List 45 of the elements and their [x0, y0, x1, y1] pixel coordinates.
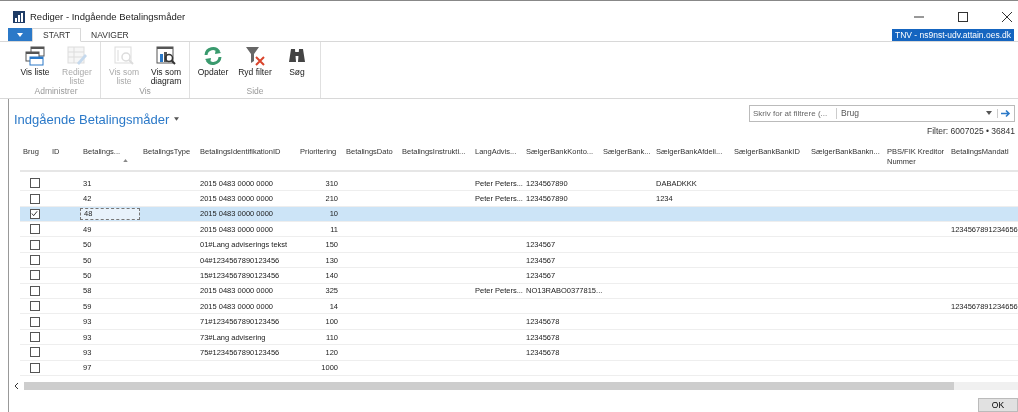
app-icon — [13, 10, 25, 23]
dropdown-icon[interactable] — [986, 111, 992, 116]
checkbox[interactable] — [29, 332, 40, 342]
ribbon-tab[interactable]: NAVIGER — [81, 28, 139, 41]
filter-summary: Filter: 6007025 • 36841 — [926, 125, 1015, 136]
checkbox[interactable] — [29, 362, 40, 373]
ribbon-button[interactable]: Opdater — [193, 45, 233, 86]
group-label: Administrer — [34, 85, 78, 98]
checkbox[interactable] — [29, 239, 40, 250]
checkbox[interactable] — [29, 255, 40, 266]
maximize-icon[interactable] — [958, 11, 968, 22]
chart-search-icon — [156, 45, 176, 66]
ribbon-button[interactable]: Søg — [277, 45, 317, 86]
caret-icon — [174, 117, 180, 122]
scrollbar-thumb[interactable] — [24, 382, 954, 390]
checkbox[interactable] — [29, 347, 40, 358]
server-label: TNV - ns9nst-udv.attain.oes.dk — [891, 28, 1014, 41]
checkbox[interactable] — [29, 316, 40, 327]
ribbon-button[interactable]: Vis liste — [15, 45, 55, 86]
windows-icon — [25, 45, 45, 66]
checkbox[interactable] — [29, 178, 40, 189]
list-search-icon — [114, 45, 134, 66]
checkbox[interactable] — [29, 301, 40, 312]
group-label: Side — [246, 85, 264, 98]
checkbox[interactable] — [29, 270, 40, 281]
page-title[interactable]: Indgående Betalingsmåder — [14, 111, 180, 127]
app-menu-button[interactable] — [8, 28, 32, 41]
caret-icon — [17, 32, 23, 37]
ok-button[interactable]: OK — [978, 398, 1018, 412]
window-title: Rediger - Indgående Betalingsmåder — [30, 11, 186, 23]
checkbox[interactable] — [29, 193, 40, 204]
group-label: Vis — [139, 85, 151, 98]
refresh-icon — [203, 45, 223, 66]
checkbox[interactable] — [29, 208, 40, 219]
ribbon-tab[interactable]: START — [32, 28, 82, 42]
filter-field[interactable]: Skriv for at filtrere (... — [750, 107, 837, 119]
edit-table-icon — [67, 45, 87, 66]
filter-column-field[interactable]: Brug — [837, 108, 986, 119]
ribbon-button[interactable]: Ryd filter — [235, 45, 275, 86]
checkbox[interactable] — [29, 224, 40, 235]
close-icon[interactable] — [1002, 11, 1012, 22]
ribbon-button[interactable]: Vis som diagram — [146, 45, 186, 86]
scroll-left-icon[interactable] — [14, 382, 19, 390]
checkbox[interactable] — [29, 285, 40, 296]
clear-filter-icon — [245, 45, 265, 66]
